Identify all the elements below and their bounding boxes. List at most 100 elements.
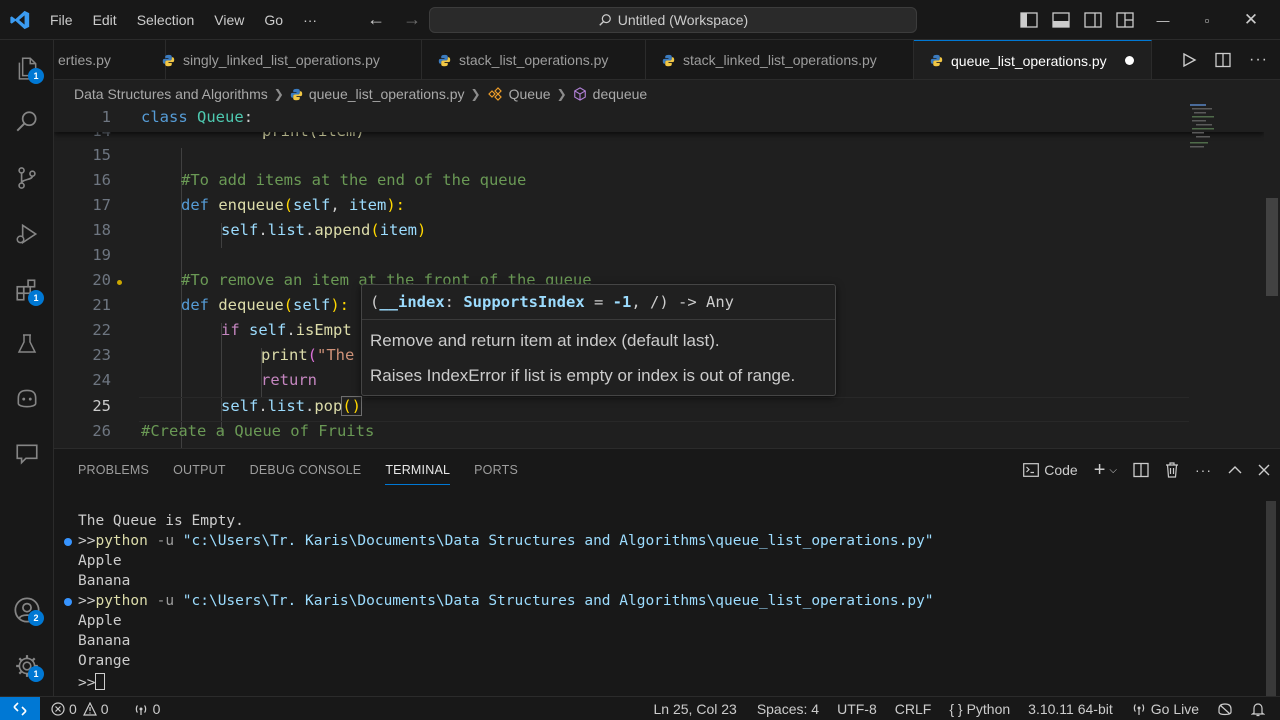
editor-scrollbar[interactable] xyxy=(1264,108,1278,448)
run-debug-icon xyxy=(16,223,38,245)
scrollbar-thumb[interactable] xyxy=(1266,198,1278,296)
remote-indicator[interactable] xyxy=(0,696,40,720)
ports-count: 0 xyxy=(152,700,161,717)
breadcrumb-folder[interactable]: Data Structures and Algorithms xyxy=(74,86,268,102)
customize-layout-icon[interactable] xyxy=(1116,12,1134,28)
terminal-shell-selector[interactable]: Code xyxy=(1023,462,1078,478)
forward-arrow-icon[interactable]: → xyxy=(403,9,421,30)
go-live-button[interactable]: Go Live xyxy=(1124,701,1206,717)
activity-comments[interactable] xyxy=(0,430,54,478)
command-success-dot-icon[interactable] xyxy=(64,598,72,606)
file-encoding[interactable]: UTF-8 xyxy=(830,701,884,717)
chevron-right-icon: ❯ xyxy=(556,87,567,101)
tab-label: singly_linked_list_operations.py xyxy=(183,52,380,68)
cursor-position[interactable]: Ln 25, Col 23 xyxy=(647,701,744,717)
activity-manage[interactable]: 1 xyxy=(0,642,54,690)
toggle-panel-icon[interactable] xyxy=(1052,12,1070,28)
problems-status[interactable]: 0 0 xyxy=(44,701,116,717)
activity-explorer[interactable]: 1 xyxy=(0,44,54,92)
menu-file[interactable]: File xyxy=(40,0,83,40)
back-arrow-icon[interactable]: ← xyxy=(367,9,385,30)
explorer-badge: 1 xyxy=(28,68,44,84)
copilot-status[interactable] xyxy=(1210,702,1240,716)
minimap[interactable] xyxy=(1188,104,1218,154)
toggle-secondary-sidebar-icon[interactable] xyxy=(1084,12,1102,28)
breadcrumb-method[interactable]: dequeue xyxy=(593,86,648,102)
activity-remote[interactable] xyxy=(0,374,54,422)
terminal-output[interactable]: The Queue is Empty. >>python -u "c:\User… xyxy=(54,491,1264,697)
sig-token: : xyxy=(444,293,464,311)
more-actions-icon[interactable]: ··· xyxy=(1195,462,1212,478)
code-token: self xyxy=(221,221,259,239)
line-ending[interactable]: CRLF xyxy=(888,701,939,717)
indentation[interactable]: Spaces: 4 xyxy=(750,701,826,717)
split-editor-icon[interactable] xyxy=(1215,52,1231,68)
more-actions-icon[interactable]: ··· xyxy=(1249,51,1268,69)
split-terminal-icon[interactable] xyxy=(1133,462,1149,478)
toggle-primary-sidebar-icon[interactable] xyxy=(1020,12,1038,28)
menu-edit[interactable]: Edit xyxy=(83,0,127,40)
error-count: 0 xyxy=(69,700,77,717)
ports-status[interactable]: 0 xyxy=(126,701,168,717)
chevron-down-icon[interactable]: ⌵ xyxy=(1109,465,1117,476)
activity-accounts[interactable]: 2 xyxy=(0,586,54,634)
new-terminal-icon[interactable]: + xyxy=(1094,459,1106,482)
menu-view[interactable]: View xyxy=(204,0,254,40)
breadcrumb-class[interactable]: Queue xyxy=(509,86,551,102)
line-number: 23 xyxy=(92,346,111,364)
tab-problems[interactable]: PROBLEMS xyxy=(66,449,161,491)
maximize-panel-icon[interactable] xyxy=(1228,465,1242,475)
tab-queue-list[interactable]: queue_list_operations.py xyxy=(914,40,1152,79)
close-window-icon[interactable]: ✕ xyxy=(1236,10,1266,30)
terminal-path: "c:\Users\Tr. Karis\Documents\Data Struc… xyxy=(182,593,934,609)
breadcrumb-file[interactable]: queue_list_operations.py xyxy=(309,86,465,102)
chevron-right-icon: ❯ xyxy=(273,87,284,101)
tab-output[interactable]: OUTPUT xyxy=(161,449,238,491)
tab-singly-linked-list[interactable]: singly_linked_list_operations.py xyxy=(146,40,422,79)
editor-tab-bar: erties.py singly_linked_list_operations.… xyxy=(54,40,1280,80)
panel-actions: Code + ⌵ ··· xyxy=(1023,449,1270,491)
code-token: . xyxy=(305,221,315,239)
line-number: 17 xyxy=(92,196,111,214)
activity-testing[interactable] xyxy=(0,320,54,368)
tab-ports[interactable]: PORTS xyxy=(462,449,530,491)
method-symbol-icon xyxy=(573,87,586,101)
activity-search[interactable] xyxy=(0,98,54,146)
unsaved-dot-icon[interactable] xyxy=(1124,56,1134,65)
tab-stack-linked-list[interactable]: stack_linked_list_operations.py xyxy=(646,40,914,79)
terminal-line: Banana xyxy=(78,573,131,589)
run-icon[interactable] xyxy=(1181,52,1197,68)
command-success-dot-icon[interactable] xyxy=(64,538,72,546)
sig-token: ( xyxy=(370,293,380,311)
tab-terminal[interactable]: TERMINAL xyxy=(373,449,462,491)
language-mode[interactable]: { } Python xyxy=(942,701,1017,717)
command-center-search[interactable]: Untitled (Workspace) xyxy=(429,7,917,33)
tab-stack-list[interactable]: stack_list_operations.py xyxy=(422,40,646,79)
trash-icon[interactable] xyxy=(1165,462,1179,478)
menu-go[interactable]: Go xyxy=(254,0,293,40)
maximize-icon[interactable]: ▫ xyxy=(1192,13,1222,28)
activity-source-control[interactable] xyxy=(0,154,54,202)
python-interpreter[interactable]: 3.10.11 64-bit xyxy=(1021,701,1120,717)
terminal-command-line: >>python -u "c:\Users\Tr. Karis\Document… xyxy=(78,593,934,609)
close-panel-icon[interactable] xyxy=(1258,464,1270,476)
code-token: self xyxy=(249,321,287,339)
code-editor[interactable]: 14 print(item) 15 16 #To add items at th… xyxy=(54,108,1264,448)
lightbulb-marker-icon[interactable] xyxy=(117,280,122,285)
line-number-current: 25 xyxy=(92,397,111,415)
terminal-scrollbar[interactable] xyxy=(1266,491,1278,697)
scrollbar-thumb[interactable] xyxy=(1266,501,1276,697)
error-icon xyxy=(51,701,65,716)
minimize-icon[interactable]: — xyxy=(1148,13,1178,28)
menu-selection[interactable]: Selection xyxy=(127,0,205,40)
terminal-prompt-line[interactable]: >> xyxy=(78,673,106,691)
menu-more[interactable]: ··· xyxy=(293,0,327,40)
code-token: . xyxy=(258,397,268,415)
activity-extensions[interactable]: 1 xyxy=(0,266,54,314)
broadcast-icon xyxy=(135,704,146,715)
notifications[interactable] xyxy=(1244,702,1272,717)
code-token: pop xyxy=(314,397,343,415)
sticky-scroll-header[interactable]: 1 class Queue: xyxy=(54,108,1264,132)
tab-debug-console[interactable]: DEBUG CONSOLE xyxy=(238,449,374,491)
activity-run-debug[interactable] xyxy=(0,210,54,258)
